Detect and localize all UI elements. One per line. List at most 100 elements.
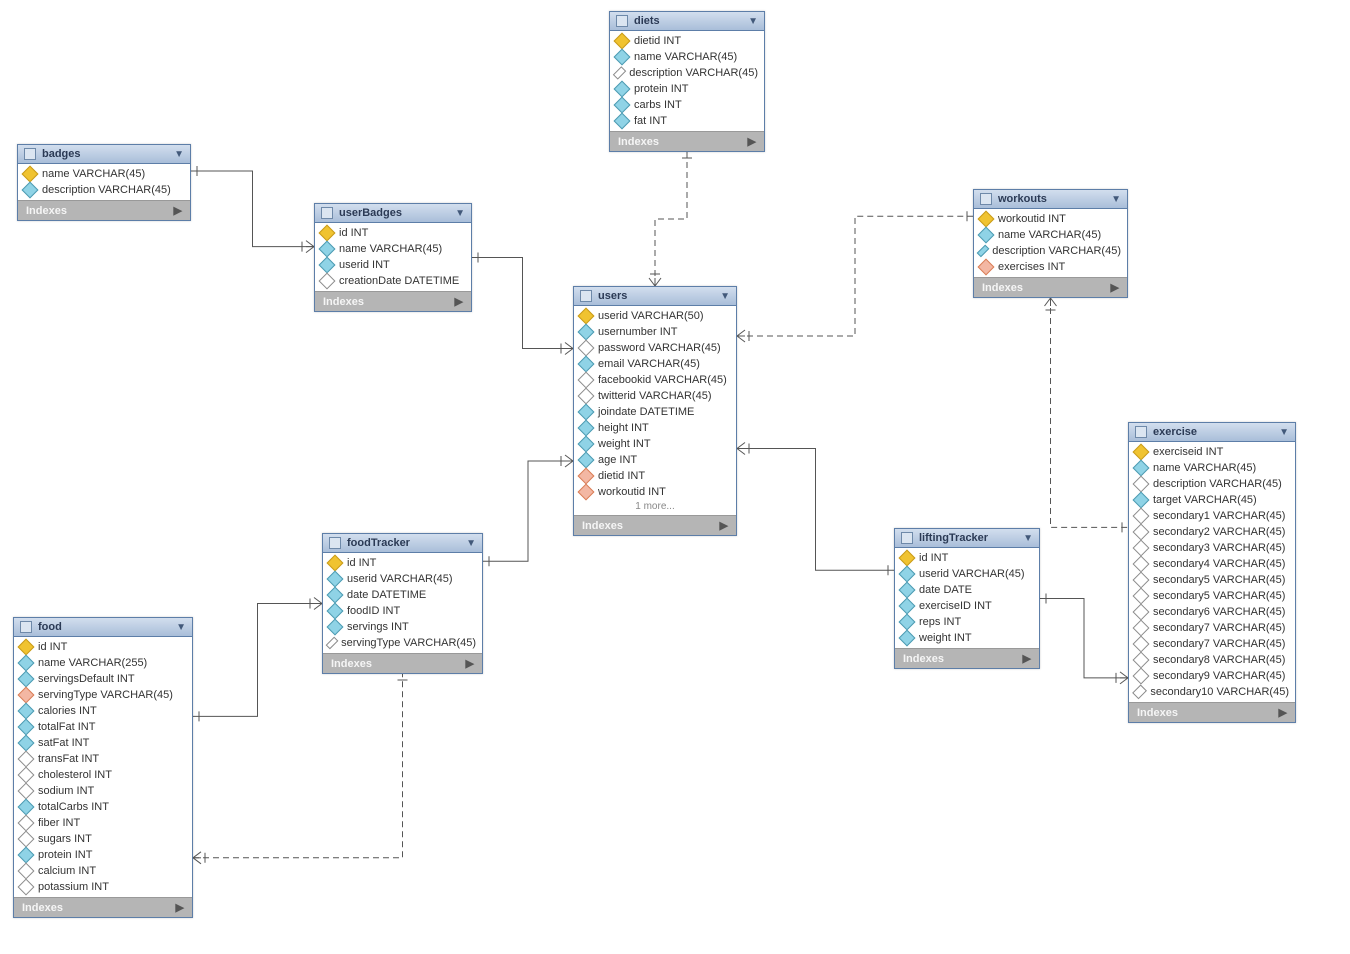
column-row[interactable]: id INT — [315, 225, 471, 241]
column-row[interactable]: fiber INT — [14, 815, 192, 831]
table-header[interactable]: users▼ — [574, 287, 736, 306]
column-row[interactable]: creationDate DATETIME — [315, 273, 471, 289]
column-row[interactable]: exerciseID INT — [895, 598, 1039, 614]
column-row[interactable]: name VARCHAR(45) — [315, 241, 471, 257]
column-row[interactable]: name VARCHAR(45) — [974, 227, 1127, 243]
indexes-section[interactable]: Indexes▶ — [315, 291, 471, 311]
column-row[interactable]: servingType VARCHAR(45) — [323, 635, 482, 651]
column-row[interactable]: protein INT — [14, 847, 192, 863]
column-row[interactable]: target VARCHAR(45) — [1129, 492, 1295, 508]
indexes-section[interactable]: Indexes▶ — [18, 200, 190, 220]
column-row[interactable]: date DATE — [895, 582, 1039, 598]
column-row[interactable]: joindate DATETIME — [574, 404, 736, 420]
column-row[interactable]: secondary7 VARCHAR(45) — [1129, 636, 1295, 652]
column-row[interactable]: name VARCHAR(45) — [18, 166, 190, 182]
column-row[interactable]: password VARCHAR(45) — [574, 340, 736, 356]
chevron-down-icon[interactable]: ▼ — [1279, 427, 1289, 438]
column-row[interactable]: facebookid VARCHAR(45) — [574, 372, 736, 388]
column-row[interactable]: height INT — [574, 420, 736, 436]
chevron-right-icon[interactable]: ▶ — [176, 901, 184, 914]
table-foodTracker[interactable]: foodTracker▼id INTuserid VARCHAR(45)date… — [322, 533, 483, 674]
indexes-section[interactable]: Indexes▶ — [14, 897, 192, 917]
table-food[interactable]: food▼ id INTname VARCHAR(255)servingsDefa… — [13, 617, 193, 918]
column-row[interactable]: name VARCHAR(45) — [610, 49, 764, 65]
table-userBadges[interactable]: userBadges▼ id INTname VARCHAR(45)userid … — [314, 203, 472, 312]
table-header[interactable]: workouts▼ — [974, 190, 1127, 209]
column-row[interactable]: id INT — [14, 639, 192, 655]
column-row[interactable]: secondary5 VARCHAR(45) — [1129, 588, 1295, 604]
column-row[interactable]: servings INT — [323, 619, 482, 635]
column-row[interactable]: calcium INT — [14, 863, 192, 879]
column-row[interactable]: servingsDefault INT — [14, 671, 192, 687]
chevron-down-icon[interactable]: ▼ — [1023, 533, 1033, 544]
column-row[interactable]: dietid INT — [610, 33, 764, 49]
column-row[interactable]: dietid INT — [574, 468, 736, 484]
column-row[interactable]: name VARCHAR(255) — [14, 655, 192, 671]
column-row[interactable]: secondary3 VARCHAR(45) — [1129, 540, 1295, 556]
indexes-section[interactable]: Indexes▶ — [895, 648, 1039, 668]
column-row[interactable]: userid VARCHAR(45) — [895, 566, 1039, 582]
chevron-right-icon[interactable]: ▶ — [466, 657, 474, 670]
column-row[interactable]: id INT — [323, 555, 482, 571]
column-row[interactable]: secondary1 VARCHAR(45) — [1129, 508, 1295, 524]
table-header[interactable]: badges▼ — [18, 145, 190, 164]
table-users[interactable]: users▼ userid VARCHAR(50)usernumber INTpa… — [573, 286, 737, 536]
column-row[interactable]: fat INT — [610, 113, 764, 129]
table-header[interactable]: food▼ — [14, 618, 192, 637]
column-row[interactable]: userid INT — [315, 257, 471, 273]
column-row[interactable]: totalCarbs INT — [14, 799, 192, 815]
column-row[interactable]: exercises INT — [974, 259, 1127, 275]
chevron-right-icon[interactable]: ▶ — [1023, 652, 1031, 665]
column-row[interactable]: sodium INT — [14, 783, 192, 799]
column-row[interactable]: description VARCHAR(45) — [974, 243, 1127, 259]
column-row[interactable]: description VARCHAR(45) — [1129, 476, 1295, 492]
column-row[interactable]: satFat INT — [14, 735, 192, 751]
column-row[interactable]: weight INT — [574, 436, 736, 452]
column-row[interactable]: secondary5 VARCHAR(45) — [1129, 572, 1295, 588]
column-row[interactable]: exerciseid INT — [1129, 444, 1295, 460]
chevron-down-icon[interactable]: ▼ — [455, 208, 465, 219]
table-header[interactable]: diets▼ — [610, 12, 764, 31]
column-row[interactable]: weight INT — [895, 630, 1039, 646]
indexes-section[interactable]: Indexes▶ — [974, 277, 1127, 297]
table-liftingTracker[interactable]: liftingTracker▼id INTuserid VARCHAR(45)d… — [894, 528, 1040, 669]
chevron-down-icon[interactable]: ▼ — [174, 149, 184, 160]
chevron-right-icon[interactable]: ▶ — [1111, 281, 1119, 294]
column-row[interactable]: description VARCHAR(45) — [18, 182, 190, 198]
column-row[interactable]: usernumber INT — [574, 324, 736, 340]
column-row[interactable]: userid VARCHAR(45) — [323, 571, 482, 587]
table-workouts[interactable]: workouts▼ workoutid INTname VARCHAR(45)de… — [973, 189, 1128, 298]
column-row[interactable]: potassium INT — [14, 879, 192, 895]
indexes-section[interactable]: Indexes▶ — [1129, 702, 1295, 722]
chevron-right-icon[interactable]: ▶ — [748, 135, 756, 148]
chevron-down-icon[interactable]: ▼ — [466, 538, 476, 549]
indexes-section[interactable]: Indexes▶ — [610, 131, 764, 151]
column-row[interactable]: secondary2 VARCHAR(45) — [1129, 524, 1295, 540]
chevron-down-icon[interactable]: ▼ — [176, 622, 186, 633]
column-row[interactable]: foodID INT — [323, 603, 482, 619]
chevron-right-icon[interactable]: ▶ — [174, 204, 182, 217]
column-row[interactable]: age INT — [574, 452, 736, 468]
chevron-down-icon[interactable]: ▼ — [748, 16, 758, 27]
chevron-right-icon[interactable]: ▶ — [720, 519, 728, 532]
column-row[interactable]: servingType VARCHAR(45) — [14, 687, 192, 703]
column-row[interactable]: description VARCHAR(45) — [610, 65, 764, 81]
indexes-section[interactable]: Indexes▶ — [323, 653, 482, 673]
chevron-right-icon[interactable]: ▶ — [455, 295, 463, 308]
column-row[interactable]: twitterid VARCHAR(45) — [574, 388, 736, 404]
table-header[interactable]: foodTracker▼ — [323, 534, 482, 553]
column-row[interactable]: secondary10 VARCHAR(45) — [1129, 684, 1295, 700]
column-row[interactable]: secondary6 VARCHAR(45) — [1129, 604, 1295, 620]
column-row[interactable]: transFat INT — [14, 751, 192, 767]
chevron-right-icon[interactable]: ▶ — [1279, 706, 1287, 719]
column-row[interactable]: workoutid INT — [974, 211, 1127, 227]
table-badges[interactable]: badges▼ name VARCHAR(45)description VARCH… — [17, 144, 191, 221]
column-row[interactable]: carbs INT — [610, 97, 764, 113]
more-row[interactable]: 1 more... — [574, 500, 736, 513]
column-row[interactable]: userid VARCHAR(50) — [574, 308, 736, 324]
column-row[interactable]: secondary4 VARCHAR(45) — [1129, 556, 1295, 572]
table-header[interactable]: liftingTracker▼ — [895, 529, 1039, 548]
column-row[interactable]: secondary9 VARCHAR(45) — [1129, 668, 1295, 684]
table-header[interactable]: userBadges▼ — [315, 204, 471, 223]
column-row[interactable]: secondary7 VARCHAR(45) — [1129, 620, 1295, 636]
